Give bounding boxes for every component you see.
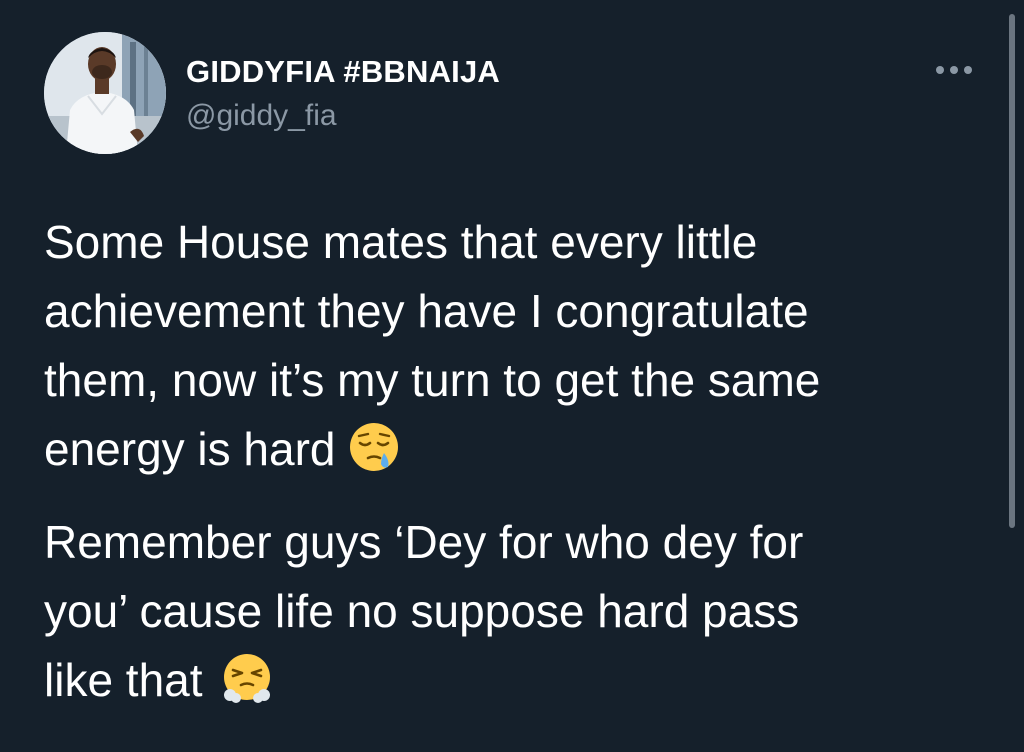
avatar[interactable] — [44, 32, 166, 154]
tweet-paragraph-1: Some House mates that every little achie… — [44, 208, 964, 484]
tweet-card: GIDDYFIA #BBNAIJA @giddy_fia Some House … — [0, 0, 1024, 752]
tweet-line: like that — [44, 654, 203, 706]
tweet-line-with-emoji: energy is hard — [44, 415, 964, 484]
sleepy-face-emoji-icon — [349, 423, 398, 471]
author-handle[interactable]: @giddy_fia — [186, 99, 337, 133]
tweet-line: Remember guys ‘Dey for who dey for — [44, 516, 804, 568]
author-display-name[interactable]: GIDDYFIA #BBNAIJA — [186, 54, 500, 90]
scrollbar[interactable] — [1009, 14, 1015, 528]
tweet-line: achievement they have I congratulate — [44, 285, 809, 337]
tweet-line: energy is hard — [44, 423, 336, 475]
tweet-line-with-emoji: like that — [44, 646, 964, 715]
more-dot — [936, 66, 944, 74]
more-dot — [950, 66, 958, 74]
tweet-line: them, now it’s my turn to get the same — [44, 354, 821, 406]
face-with-steam-from-nose-emoji-icon — [223, 654, 270, 703]
profile-photo-icon — [44, 32, 166, 154]
more-dot — [964, 66, 972, 74]
tweet-paragraph-2: Remember guys ‘Dey for who dey for you’ … — [44, 508, 964, 715]
tweet-line: you’ cause life no suppose hard pass — [44, 585, 800, 637]
tweet-line: Some House mates that every little — [44, 216, 758, 268]
more-options-icon[interactable] — [930, 58, 978, 82]
